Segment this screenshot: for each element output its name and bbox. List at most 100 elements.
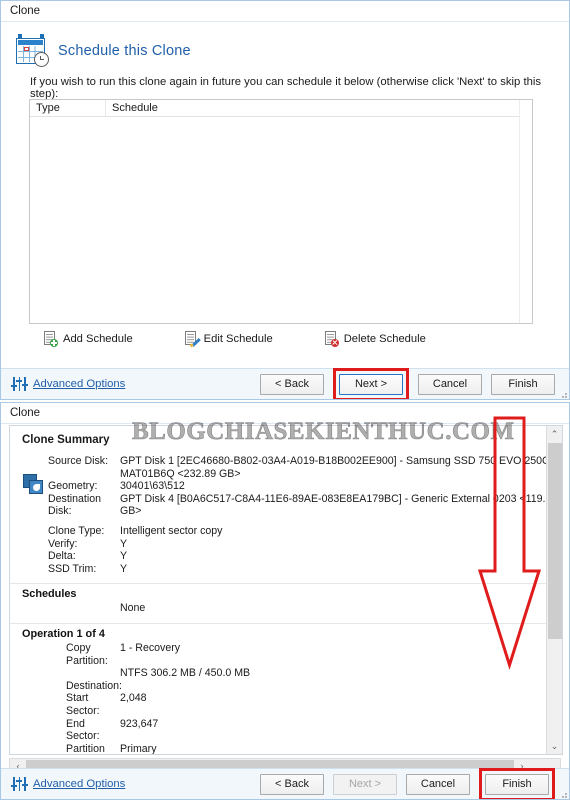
- clone-wizard-summary-window: Clone Clone Summary Source Disk: GPT Dis…: [0, 402, 570, 800]
- cancel-button[interactable]: Cancel: [418, 373, 482, 395]
- detail-row: Verify: Y: [10, 538, 562, 551]
- window1-titlebar: Clone: [1, 1, 569, 22]
- summary-vertical-scrollbar[interactable]: ⌃ ⌄: [546, 426, 562, 754]
- destination-disk-value: GPT Disk 4 [B0A6C517-C8A4-11E6-89AE-083E…: [120, 492, 558, 518]
- resize-grip[interactable]: [558, 389, 567, 398]
- destination-disk-label: Destination Disk:: [48, 492, 101, 518]
- scroll-up-icon[interactable]: ⌃: [547, 426, 562, 442]
- disk-copy-icon: [23, 474, 44, 495]
- vertical-scroll-thumb[interactable]: [548, 443, 562, 639]
- next-button: Next >: [333, 773, 397, 795]
- detail-row: Source Disk: GPT Disk 1 [2EC46680-B802-0…: [10, 455, 562, 480]
- calendar-clock-icon: [15, 34, 49, 67]
- table-row: Start Sector: 2,048: [10, 692, 562, 717]
- op1-destination-value: [120, 680, 562, 693]
- window1-buttons: < Back Next > Cancel Finish: [260, 367, 569, 399]
- op1-copy-partition-label: Copy Partition:: [66, 641, 108, 667]
- window2-buttons: < Back Next > Cancel Finish: [260, 767, 569, 799]
- delete-schedule-label: Delete Schedule: [343, 333, 426, 345]
- window2-title: Clone: [10, 407, 41, 419]
- add-schedule-button[interactable]: Add Schedule: [43, 331, 133, 347]
- clone-type-value: Intelligent sector copy: [120, 524, 223, 537]
- finish-button[interactable]: Finish: [491, 373, 555, 395]
- summary-title: Clone Summary: [22, 434, 110, 446]
- table-row: NTFS 306.2 MB / 450.0 MB: [10, 667, 562, 680]
- delete-schedule-button[interactable]: Delete Schedule: [324, 331, 426, 347]
- delete-schedule-icon: [324, 331, 339, 347]
- op1-start-sector-label: Start Sector:: [66, 692, 100, 717]
- edit-schedule-icon: [184, 331, 199, 347]
- schedules-row: None: [10, 602, 562, 615]
- resize-grip[interactable]: [558, 789, 567, 798]
- clone-summary-panel: Clone Summary Source Disk: GPT Disk 1 [2…: [9, 425, 563, 755]
- advanced-options-link[interactable]: Advanced Options: [10, 777, 126, 791]
- op1-partition-size-value: NTFS 306.2 MB / 450.0 MB: [120, 667, 251, 680]
- detail-row: Delta: Y: [10, 550, 562, 563]
- schedule-grid-header: Type Schedule: [30, 100, 532, 117]
- schedule-grid-scrollbar[interactable]: [519, 100, 532, 323]
- window2-titlebar: Clone: [1, 403, 569, 424]
- op1-end-sector-value: 923,647: [120, 717, 159, 730]
- edit-schedule-label: Edit Schedule: [203, 333, 273, 345]
- advanced-options-link[interactable]: Advanced Options: [10, 377, 126, 391]
- detail-row: SSD Trim: Y: [10, 563, 562, 576]
- back-button[interactable]: < Back: [260, 373, 324, 395]
- op1-start-sector-value: 2,048: [120, 692, 147, 705]
- op1-copy-partition-value: 1 - Recovery: [120, 641, 181, 654]
- clone-type-label: Clone Type:: [48, 524, 105, 537]
- table-row: End Sector: 923,647: [10, 718, 562, 743]
- detail-row: Geometry: 30401\63\512: [10, 480, 562, 493]
- column-header-schedule[interactable]: Schedule: [106, 100, 532, 116]
- op1-partition-type-label: Partition Type:: [66, 742, 105, 755]
- schedule-actions: Add Schedule Edit Schedule Delete Schedu…: [43, 331, 426, 347]
- advanced-options-label: Advanced Options: [33, 378, 126, 390]
- clone-wizard-schedule-window: Clone Schedule this Clone If you wish to…: [0, 0, 570, 400]
- divider: [10, 622, 562, 624]
- scroll-down-icon[interactable]: ⌄: [547, 738, 562, 754]
- table-row: Copy Partition: 1 - Recovery: [10, 642, 562, 667]
- screenshot-root: Clone Schedule this Clone If you wish to…: [0, 0, 570, 800]
- window1-command-bar: Advanced Options < Back Next > Cancel Fi…: [1, 367, 569, 399]
- ssd-trim-value: Y: [120, 562, 128, 575]
- finish-button[interactable]: Finish: [485, 773, 549, 795]
- detail-row: Destination Disk: GPT Disk 4 [B0A6C517-C…: [10, 493, 562, 518]
- schedules-spacer: [10, 602, 120, 615]
- advanced-options-label: Advanced Options: [33, 778, 126, 790]
- op1-partition-size-label: [10, 667, 120, 680]
- op1-end-sector-label: End Sector:: [66, 717, 100, 743]
- verify-value: Y: [120, 537, 128, 550]
- verify-label: Verify:: [48, 537, 78, 550]
- sliders-icon: [10, 377, 28, 391]
- ssd-trim-label: SSD Trim:: [48, 562, 97, 575]
- next-button-highlight: Next >: [333, 367, 409, 399]
- delta-label: Delta:: [48, 550, 76, 563]
- window1-header: Schedule this Clone: [1, 22, 569, 70]
- operation-1-rows: Copy Partition: 1 - Recovery NTFS 306.2 …: [10, 642, 562, 755]
- next-button[interactable]: Next >: [339, 373, 403, 395]
- intro-text: If you wish to run this clone again in f…: [30, 76, 542, 100]
- source-disk-value: GPT Disk 1 [2EC46680-B802-03A4-A019-B18B…: [120, 455, 558, 480]
- divider: [10, 583, 562, 585]
- table-row: Partition Type: Primary: [10, 742, 562, 755]
- op1-destination-label: Destination:: [66, 679, 122, 692]
- clone-options: Clone Type: Intelligent sector copy Veri…: [10, 525, 562, 575]
- column-header-type[interactable]: Type: [30, 100, 106, 116]
- schedule-grid[interactable]: Type Schedule: [29, 99, 533, 324]
- op1-partition-type-value: Primary: [120, 742, 157, 755]
- table-row: Destination:: [10, 680, 562, 693]
- detail-row: Clone Type: Intelligent sector copy: [10, 525, 562, 538]
- geometry-value: 30401\63\512: [120, 480, 185, 493]
- delta-value: Y: [120, 550, 128, 563]
- add-schedule-icon: [43, 331, 58, 347]
- add-schedule-label: Add Schedule: [63, 333, 133, 345]
- schedules-value: None: [120, 602, 146, 615]
- window1-title: Clone: [10, 5, 41, 17]
- cancel-button[interactable]: Cancel: [406, 773, 470, 795]
- back-button[interactable]: < Back: [260, 773, 324, 795]
- page-title: Schedule this Clone: [58, 42, 191, 59]
- disk-details: Source Disk: GPT Disk 1 [2EC46680-B802-0…: [10, 446, 562, 518]
- schedules-section-title: Schedules: [22, 588, 77, 601]
- edit-schedule-button[interactable]: Edit Schedule: [184, 331, 273, 347]
- finish-button-highlight: Finish: [479, 767, 555, 799]
- operation-1-title: Operation 1 of 4: [22, 627, 105, 640]
